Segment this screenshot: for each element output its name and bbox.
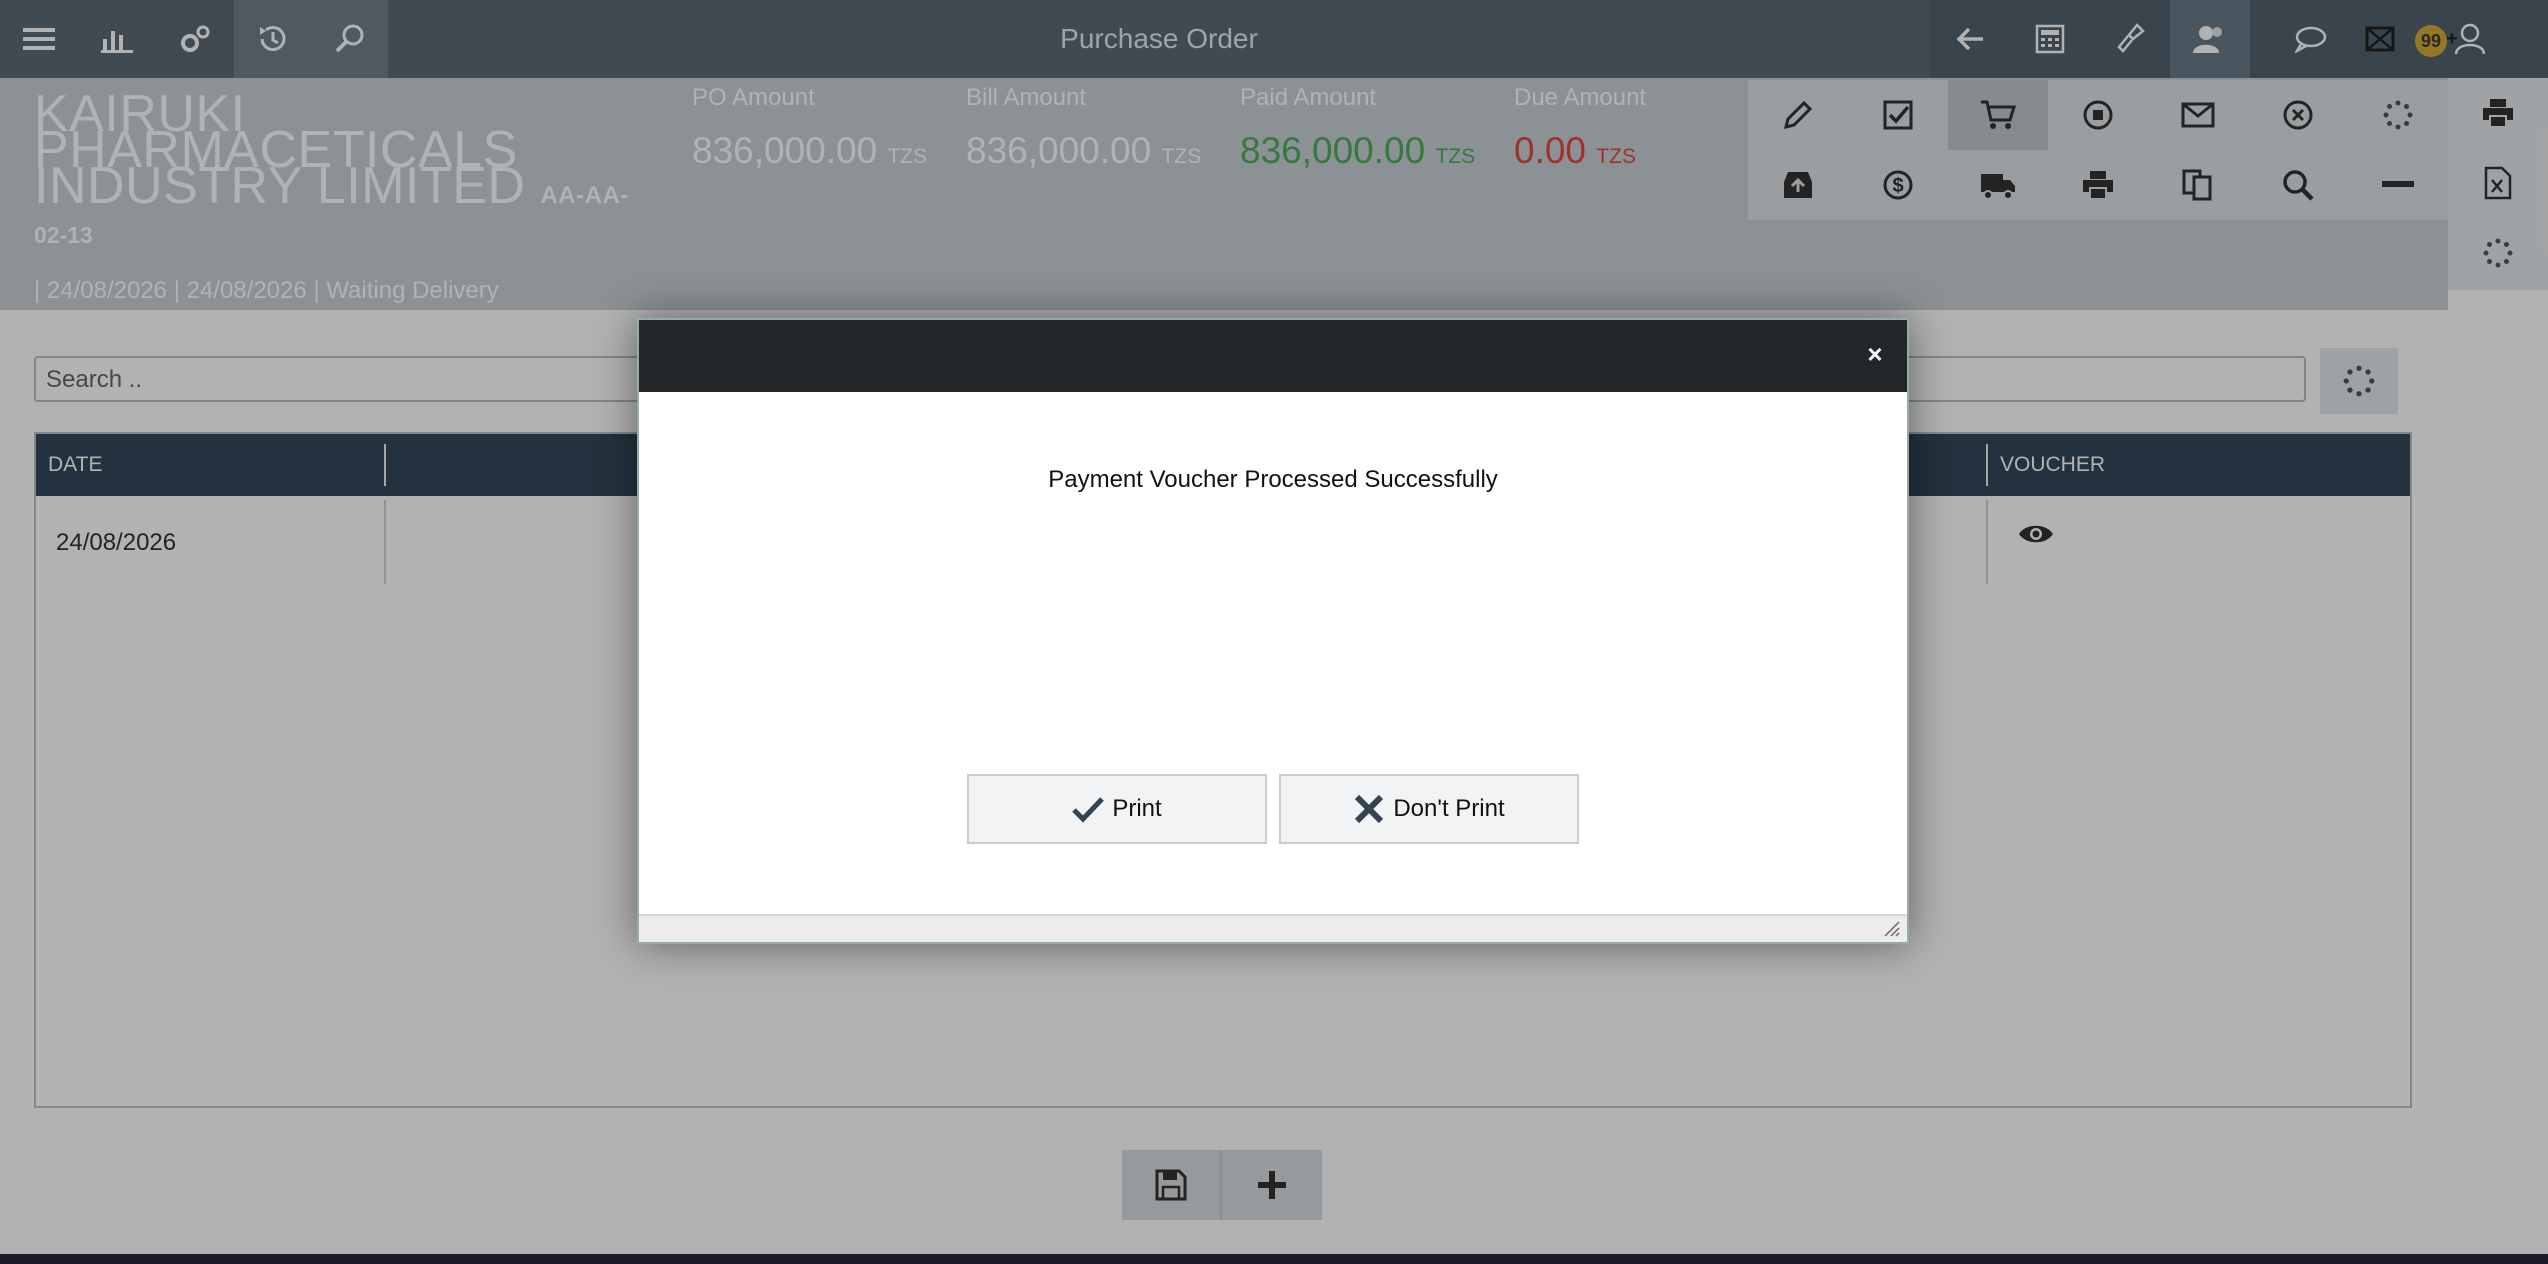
dialog-message: Payment Voucher Processed Successfully bbox=[1048, 466, 1498, 493]
payment-voucher-dialog: × Payment Voucher Processed Successfully… bbox=[637, 318, 1909, 944]
close-icon[interactable]: × bbox=[1861, 339, 1889, 369]
dont-print-button[interactable]: Don't Print bbox=[1279, 774, 1579, 844]
print-button-label: Print bbox=[1112, 795, 1162, 822]
app-root: Purchase Order 99 + KAIRUKI PHARMACETICA… bbox=[0, 0, 2548, 1264]
dont-print-button-label: Don't Print bbox=[1393, 795, 1505, 822]
dialog-footer bbox=[639, 914, 1907, 942]
checkmark-icon bbox=[1072, 797, 1105, 823]
print-button[interactable]: Print bbox=[967, 774, 1267, 844]
resize-grip-icon[interactable] bbox=[1881, 918, 1901, 938]
dialog-header: × bbox=[639, 320, 1907, 392]
x-icon bbox=[1355, 794, 1384, 824]
